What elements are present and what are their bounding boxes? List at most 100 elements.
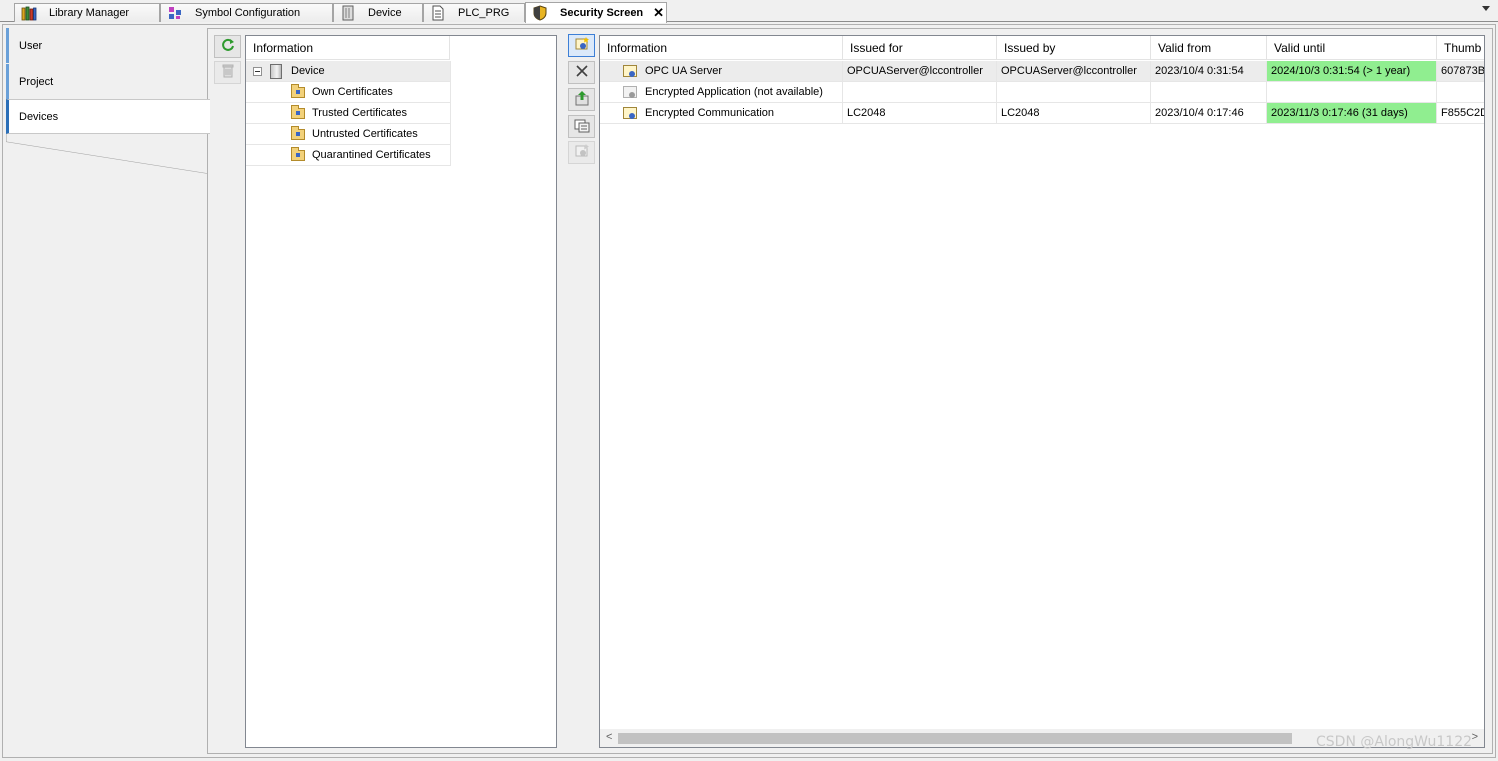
export-certificate-button[interactable] — [568, 115, 595, 138]
nav-item-label: Project — [19, 75, 54, 88]
remove-certificate-button[interactable] — [568, 61, 595, 84]
certificate-list-icon — [574, 117, 590, 136]
nav-item-label: Devices — [19, 110, 59, 123]
certificate-details-button[interactable] — [568, 141, 595, 164]
nav-item-project[interactable]: Project — [6, 64, 209, 99]
cell-thumbprint: 607873B — [1437, 61, 1484, 82]
cell-issued-by — [997, 82, 1151, 103]
cell-information: Encrypted Application (not available) — [600, 82, 843, 103]
certificate-settings-icon — [574, 143, 590, 162]
cell-issued-for: LC2048 — [843, 103, 997, 124]
certificate-icon — [623, 107, 637, 119]
column-label: Issued by — [1004, 40, 1056, 55]
device-icon — [340, 5, 356, 21]
tree-node-quarantined-certificates[interactable]: Quarantined Certificates — [246, 145, 451, 166]
certificate-folder-icon — [291, 104, 305, 119]
cell-text: OPCUAServer@lccontroller — [1001, 65, 1137, 77]
tree-header-label: Information — [253, 40, 314, 55]
column-label: Valid until — [1274, 40, 1326, 55]
tab-symbol-configuration[interactable]: Symbol Configuration — [160, 3, 333, 22]
nav-tab-footer — [6, 134, 209, 178]
tab-label: PLC_PRG — [458, 7, 510, 19]
tab-overflow-dropdown-icon[interactable] — [1482, 6, 1490, 11]
certificate-folder-icon — [291, 83, 305, 98]
symbol-config-icon — [167, 5, 183, 21]
scrollbar-thumb[interactable] — [618, 733, 1292, 744]
cell-issued-by: LC2048 — [997, 103, 1151, 124]
tree-node-own-certificates[interactable]: Own Certificates — [246, 82, 451, 103]
certificate-icon — [623, 65, 637, 77]
column-label: Information — [607, 40, 668, 55]
tree-node-label: Own Certificates — [312, 86, 393, 98]
delete-certificate-from-device-button[interactable] — [214, 61, 241, 84]
tab-label: Security Screen — [560, 7, 644, 19]
column-header-issued-by[interactable]: Issued by — [997, 36, 1151, 60]
tab-plc-prg[interactable]: PLC_PRG — [423, 3, 525, 22]
grid-header-row: Information Issued for Issued by Valid f… — [600, 36, 1484, 60]
column-header-valid-from[interactable]: Valid from — [1151, 36, 1267, 60]
tab-library-manager[interactable]: Library Manager — [14, 3, 160, 22]
editor-tab-bar: Library Manager Symbol Configuration Dev… — [0, 0, 1498, 23]
cell-valid-until: 2024/10/3 0:31:54 (> 1 year) — [1267, 61, 1437, 82]
cell-thumbprint — [1437, 82, 1484, 103]
certificate-unavailable-icon — [623, 86, 637, 98]
table-row[interactable]: Encrypted Application (not available) — [600, 82, 1484, 103]
new-certificate-icon — [574, 36, 590, 55]
tree-node-label: Quarantined Certificates — [312, 149, 431, 161]
close-tab-icon[interactable]: ✕ — [653, 5, 664, 21]
trash-icon — [220, 63, 236, 82]
certificate-list-grid: Information Issued for Issued by Valid f… — [599, 35, 1485, 748]
tab-label: Library Manager — [49, 7, 130, 19]
cell-text: OPCUAServer@lccontroller — [847, 65, 983, 77]
upload-certificate-icon — [574, 90, 590, 109]
cell-issued-for — [843, 82, 997, 103]
cell-information: OPC UA Server — [600, 61, 843, 82]
nav-item-user[interactable]: User — [6, 28, 209, 63]
watermark: CSDN @AlongWu1122 — [1316, 734, 1473, 750]
refresh-button[interactable] — [214, 35, 241, 58]
tree-node-untrusted-certificates[interactable]: Untrusted Certificates — [246, 124, 451, 145]
security-screen-window: Library Manager Symbol Configuration Dev… — [0, 0, 1498, 761]
column-label: Valid from — [1158, 40, 1212, 55]
cell-information: Encrypted Communication — [600, 103, 843, 124]
cell-valid-from: 2023/10/4 0:17:46 — [1151, 103, 1267, 124]
column-header-valid-until[interactable]: Valid until — [1267, 36, 1437, 60]
column-header-issued-for[interactable]: Issued for — [843, 36, 997, 60]
cell-thumbprint: F855C2D — [1437, 103, 1485, 124]
certificate-folder-icon — [291, 125, 305, 140]
tree-column-header[interactable]: Information — [246, 36, 450, 60]
cell-issued-for: OPCUAServer@lccontroller — [843, 61, 997, 82]
scroll-right-icon[interactable]: > — [1472, 731, 1478, 743]
create-certificate-button[interactable] — [568, 34, 595, 57]
column-label: Issued for — [850, 40, 903, 55]
tree-node-label: Device — [291, 65, 325, 77]
cell-text: OPC UA Server — [645, 65, 723, 77]
table-row[interactable]: Encrypted Communication LC2048 LC2048 20… — [600, 103, 1485, 124]
nav-item-label: User — [19, 39, 43, 52]
collapse-icon[interactable] — [253, 67, 262, 76]
shield-icon — [532, 5, 548, 21]
cell-text: 2023/11/3 0:17:46 (31 days) — [1271, 107, 1408, 119]
cell-text: Encrypted Communication — [645, 107, 775, 119]
table-row[interactable]: OPC UA Server OPCUAServer@lccontroller O… — [600, 61, 1484, 82]
tab-device[interactable]: Device — [333, 3, 423, 22]
certificate-folder-icon — [291, 146, 305, 161]
tree-node-label: Trusted Certificates — [312, 107, 407, 119]
cell-text: 2023/10/4 0:17:46 — [1155, 107, 1244, 119]
nav-item-devices[interactable]: Devices — [6, 99, 210, 134]
close-icon — [574, 63, 590, 82]
cell-text: F855C2D — [1441, 107, 1485, 119]
refresh-icon — [220, 37, 236, 56]
cell-text: LC2048 — [847, 107, 886, 119]
device-icon — [270, 63, 282, 79]
scroll-left-icon[interactable]: < — [606, 731, 612, 743]
tree-node-device[interactable]: Device — [246, 61, 451, 82]
cell-issued-by: OPCUAServer@lccontroller — [997, 61, 1151, 82]
tab-security-screen[interactable]: Security Screen ✕ — [525, 2, 667, 23]
install-certificate-button[interactable] — [568, 88, 595, 111]
cell-valid-from: 2023/10/4 0:31:54 — [1151, 61, 1267, 82]
column-header-information[interactable]: Information — [600, 36, 843, 60]
column-header-thumbprint[interactable]: Thumb — [1437, 36, 1484, 60]
cell-valid-until — [1267, 82, 1437, 103]
tree-node-trusted-certificates[interactable]: Trusted Certificates — [246, 103, 451, 124]
